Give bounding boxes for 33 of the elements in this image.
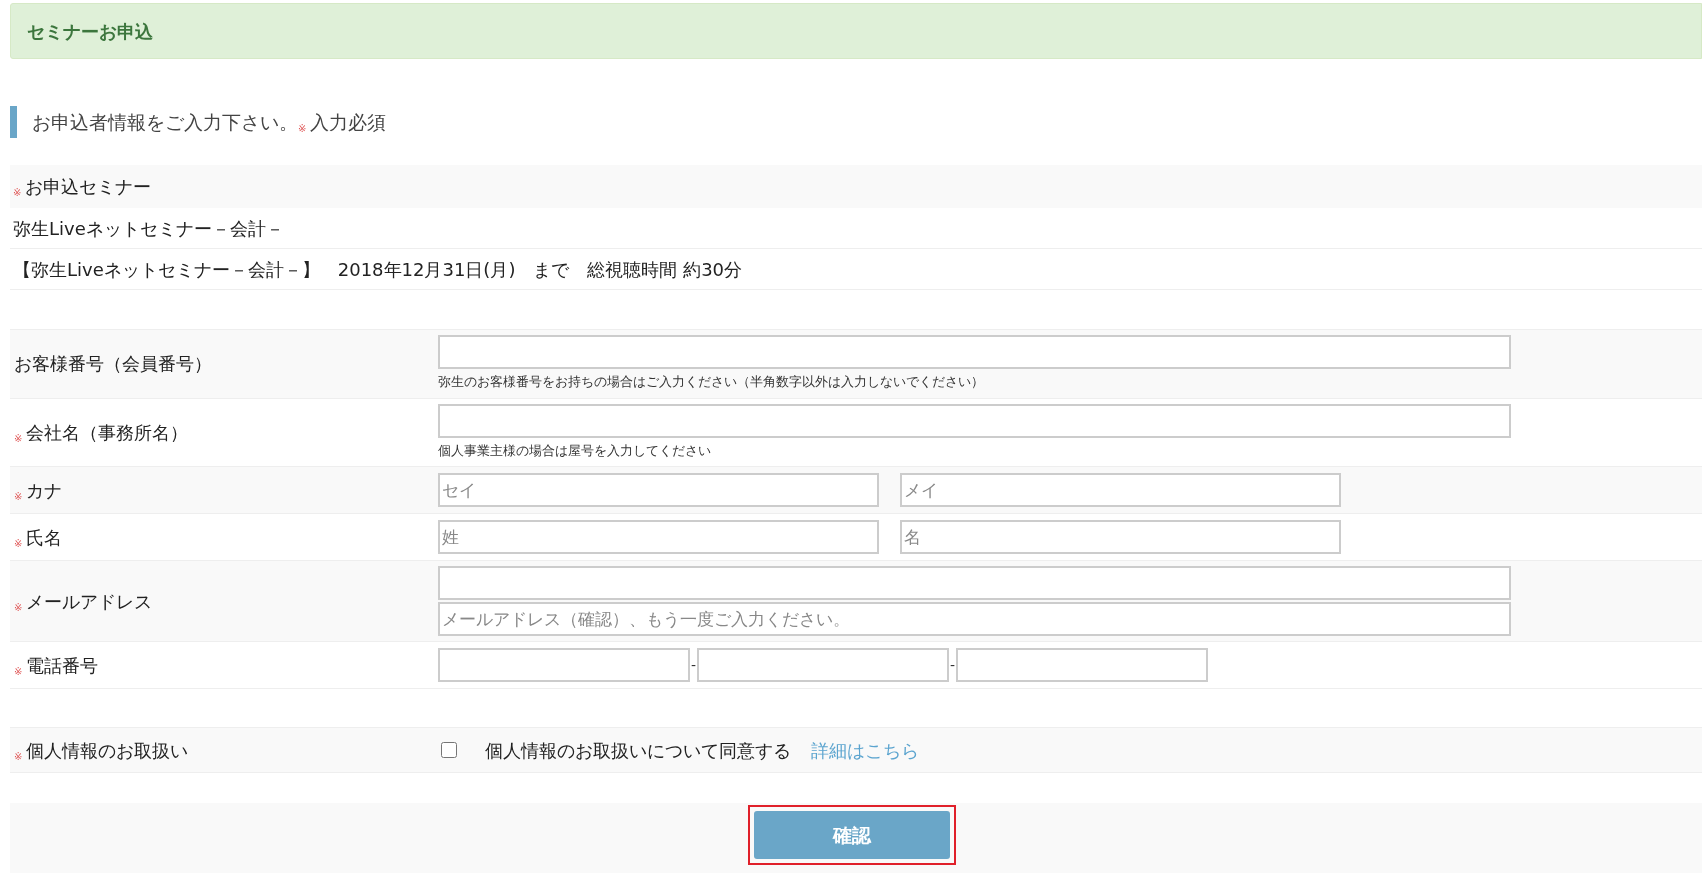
agree-text: 個人情報のお取扱いについて同意する [485, 738, 791, 763]
field-label: お客様番号（会員番号） [14, 352, 212, 377]
input-field[interactable] [438, 403, 1511, 438]
heading-bar [10, 106, 17, 138]
field-label: $_{※}$ 氏名 [14, 525, 63, 551]
input-field[interactable]: メールアドレス（確認）、もう一度ご入力ください。 [438, 602, 1511, 636]
input-field[interactable]: セイ [438, 473, 879, 507]
confirm-button[interactable]: 確認 [754, 811, 950, 859]
input-field[interactable]: 名 [900, 520, 1341, 554]
seminar-label: $_{※}$ お申込セミナー [13, 175, 152, 200]
seminar-text: 弥生Liveネットセミナー－会計－ [13, 216, 284, 241]
separator-text: - [690, 655, 698, 675]
separator-text: - [949, 655, 957, 675]
field-label: $_{※}$ カナ [14, 478, 63, 504]
input-field[interactable] [438, 566, 1511, 600]
seminar-text: 【弥生Liveネットセミナー－会計－】 2018年12月31日(月) まで 総視聴時間 約30分 [13, 257, 743, 282]
field-label: $_{※}$ メールアドレス [14, 589, 153, 615]
agree-checkbox[interactable] [441, 742, 457, 758]
input-field[interactable] [956, 648, 1209, 682]
help-text: 弥生のお客様番号をお持ちの場合はご入力ください（半角数字以外は入力しないでください） [438, 373, 985, 391]
input-field[interactable]: メイ [900, 473, 1341, 507]
field-label: $_{※}$ 個人情報のお取扱い [14, 739, 189, 761]
input-field[interactable] [438, 335, 1511, 369]
field-label: $_{※}$ 会社名（事務所名） [14, 420, 189, 446]
input-field[interactable] [697, 648, 950, 682]
required-note: $_{※}$ 入力必須 [298, 109, 387, 136]
field-label: $_{※}$ 電話番号 [14, 653, 99, 679]
input-field[interactable]: 姓 [438, 520, 879, 554]
input-field[interactable] [438, 648, 690, 682]
help-text: 個人事業主様の場合は屋号を入力してください [438, 441, 712, 460]
section-heading: お申込者情報をご入力下さい。 [32, 109, 298, 135]
page-title: セミナーお申込 [27, 19, 153, 44]
details-link[interactable]: 詳細はこちら [811, 736, 919, 764]
